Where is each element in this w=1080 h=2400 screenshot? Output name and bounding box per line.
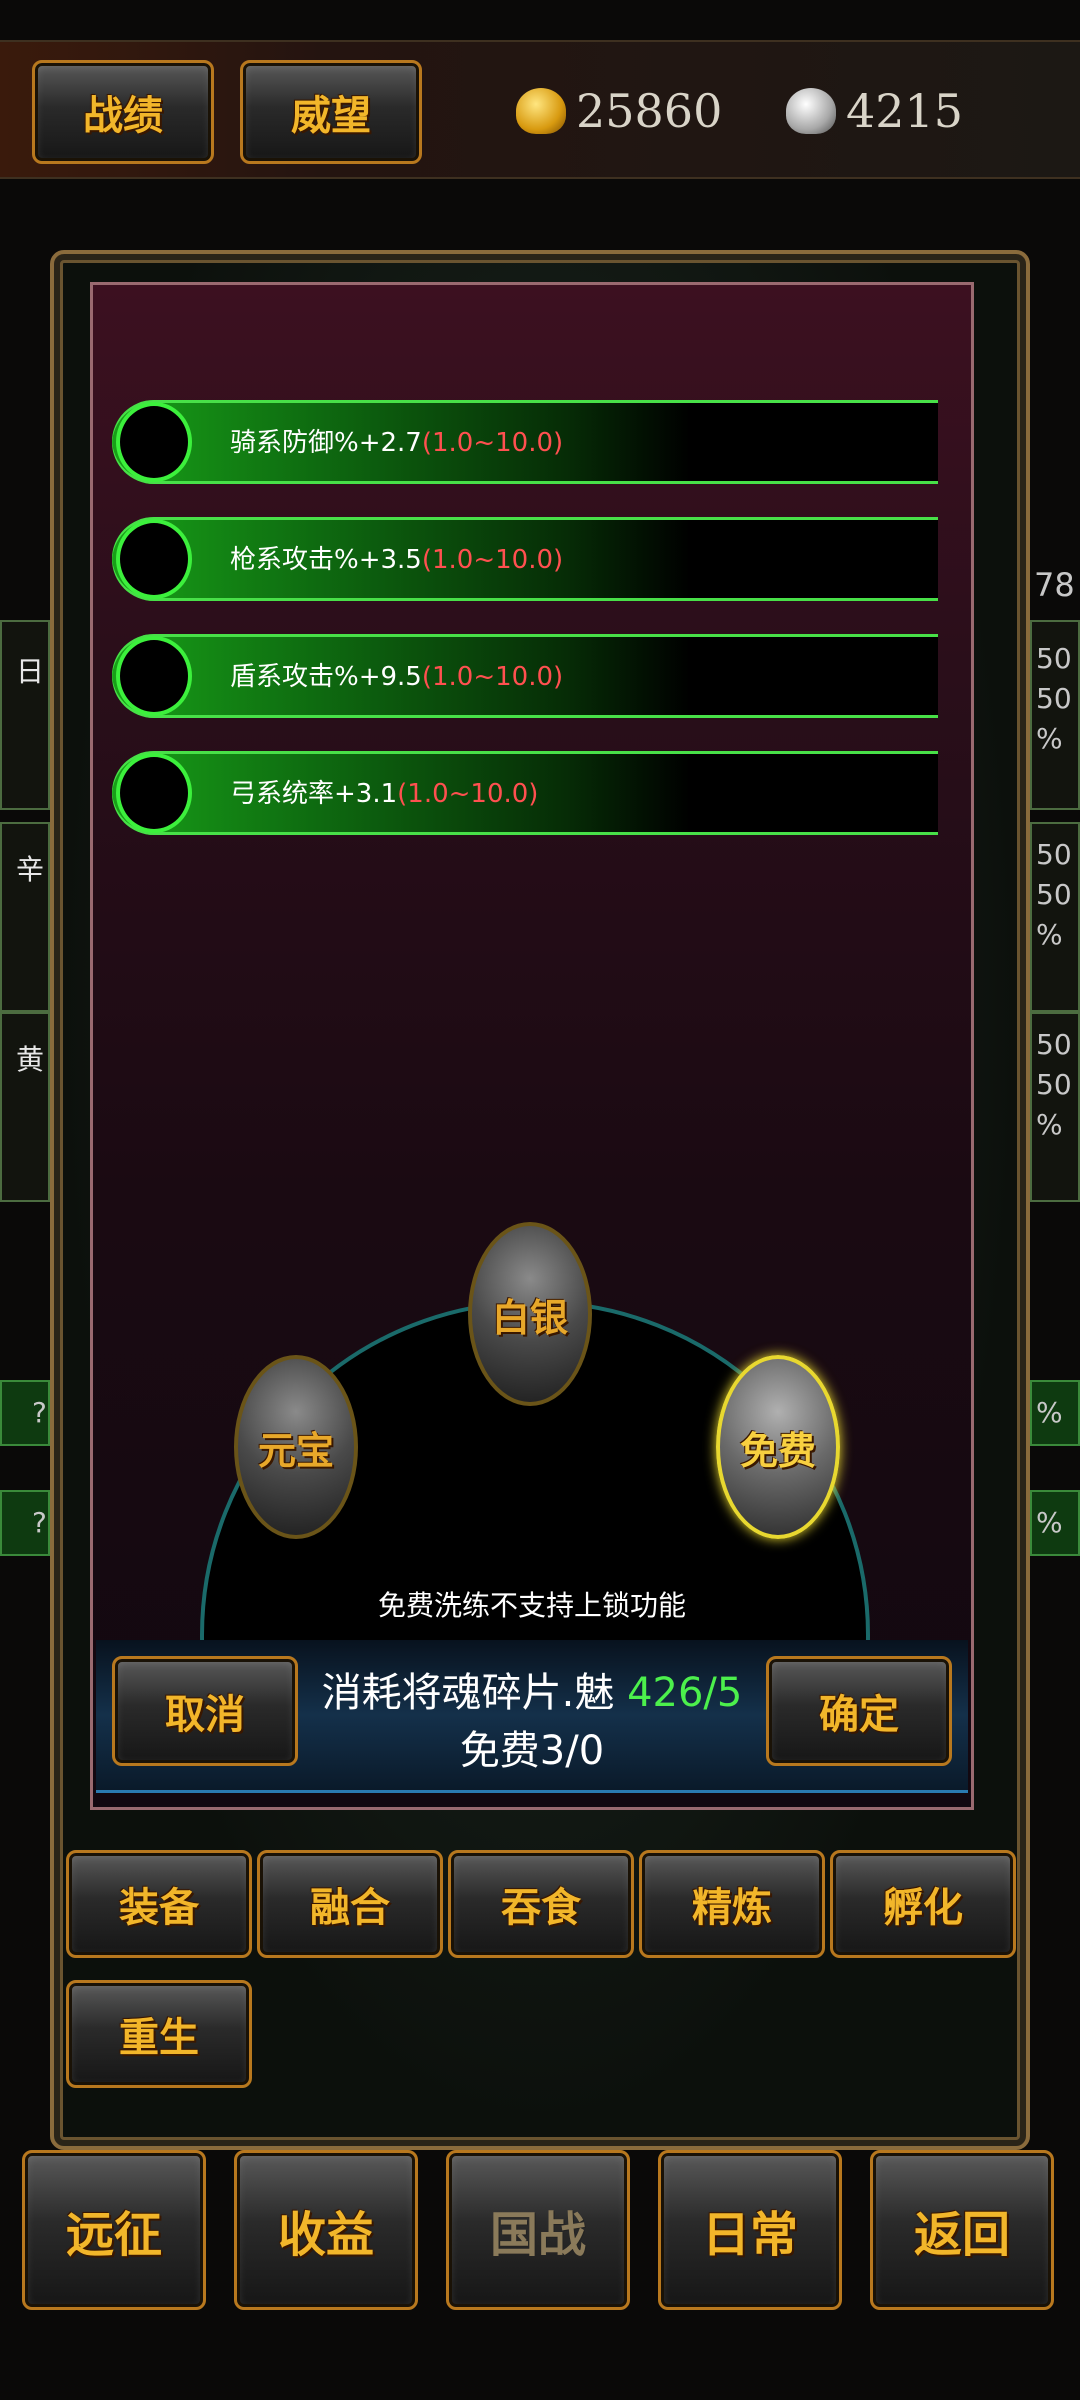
hero-name-fragment: 黄 xyxy=(16,1043,45,1076)
silver-ingot-icon xyxy=(786,88,836,134)
bg-percent: % xyxy=(1036,1396,1063,1429)
cancel-button[interactable]: 取消 xyxy=(112,1656,298,1766)
nav-daily[interactable]: 日常 xyxy=(658,2150,842,2310)
bg-row: ? xyxy=(0,1490,50,1556)
stat-value: % xyxy=(1036,918,1063,951)
attribute-text: 盾系攻击%+9.5(1.0~10.0) xyxy=(230,662,564,692)
bg-question: ? xyxy=(32,1506,47,1539)
hatch-tab[interactable]: 孵化 xyxy=(830,1850,1016,1958)
hero-card-bg-1: 日 xyxy=(0,620,50,810)
prestige-button[interactable]: 威望 xyxy=(240,60,422,164)
nav-income[interactable]: 收益 xyxy=(234,2150,418,2310)
hero-card-bg-2: 辛 xyxy=(0,822,50,1012)
attribute-row[interactable]: 弓系统率+3.1(1.0~10.0) xyxy=(112,747,938,837)
rebirth-tab[interactable]: 重生 xyxy=(66,1980,252,2088)
stat-value: 50 xyxy=(1036,1068,1072,1101)
hero-card-bg-3: 黄 xyxy=(0,1012,50,1202)
stat-value: 50 xyxy=(1036,642,1072,675)
hero-name-fragment: 日 xyxy=(16,655,45,688)
devour-tab[interactable]: 吞食 xyxy=(448,1850,634,1958)
equip-tab[interactable]: 装备 xyxy=(66,1850,252,1958)
refine-tab[interactable]: 精炼 xyxy=(639,1850,825,1958)
bg-percent: % xyxy=(1036,1506,1063,1539)
free-refine-notice: 免费洗练不支持上锁功能 xyxy=(377,1589,686,1622)
bg-question: ? xyxy=(32,1396,47,1429)
stat-value: 50 xyxy=(1036,682,1072,715)
record-button[interactable]: 战绩 xyxy=(32,60,214,164)
stat-value: % xyxy=(1036,722,1063,755)
attribute-text: 枪系攻击%+3.5(1.0~10.0) xyxy=(230,545,564,575)
top-bar: 战绩 威望 25860 4215 xyxy=(0,40,1080,179)
confirm-button[interactable]: 确定 xyxy=(766,1656,952,1766)
lock-slot[interactable] xyxy=(116,753,192,833)
stat-value: 50 xyxy=(1036,1028,1072,1061)
lock-slot[interactable] xyxy=(116,402,192,482)
bg-count: 78 xyxy=(1034,566,1075,604)
hero-name-fragment: 辛 xyxy=(16,853,45,886)
silver-currency: 4215 xyxy=(786,84,963,138)
cost-amount: 426/5 xyxy=(627,1670,743,1716)
attribute-row[interactable]: 枪系攻击%+3.5(1.0~10.0) xyxy=(112,513,938,603)
stat-value: % xyxy=(1036,1108,1063,1141)
attribute-row[interactable]: 盾系攻击%+9.5(1.0~10.0) xyxy=(112,630,938,720)
lock-slot[interactable] xyxy=(116,519,192,599)
nav-national-war[interactable]: 国战 xyxy=(446,2150,630,2310)
attribute-text: 骑系防御%+2.7(1.0~10.0) xyxy=(230,428,564,458)
attribute-row[interactable]: 骑系防御%+2.7(1.0~10.0) xyxy=(112,396,938,486)
gold-ingot-icon xyxy=(516,88,566,134)
fuse-tab[interactable]: 融合 xyxy=(257,1850,443,1958)
gold-currency: 25860 xyxy=(516,84,722,138)
free-refine-option[interactable]: 免费 xyxy=(716,1355,840,1539)
silver-amount: 4215 xyxy=(846,84,964,138)
gold-amount: 25860 xyxy=(576,84,723,138)
bg-row: ? xyxy=(0,1380,50,1446)
stat-value: 50 xyxy=(1036,878,1072,911)
nav-back[interactable]: 返回 xyxy=(870,2150,1054,2310)
ingot-refine-option[interactable]: 元宝 xyxy=(234,1355,358,1539)
bg-row: % xyxy=(1030,1490,1080,1556)
bg-row: % xyxy=(1030,1380,1080,1446)
silver-refine-option[interactable]: 白银 xyxy=(468,1222,592,1406)
nav-expedition[interactable]: 远征 xyxy=(22,2150,206,2310)
attribute-text: 弓系统率+3.1(1.0~10.0) xyxy=(230,779,539,809)
lock-slot[interactable] xyxy=(116,636,192,716)
stat-card-bg-2: 50 50 % xyxy=(1030,822,1080,1012)
stat-card-bg-3: 50 50 % xyxy=(1030,1012,1080,1202)
stat-card-bg-1: 50 50 % xyxy=(1030,620,1080,810)
stat-value: 50 xyxy=(1036,838,1072,871)
